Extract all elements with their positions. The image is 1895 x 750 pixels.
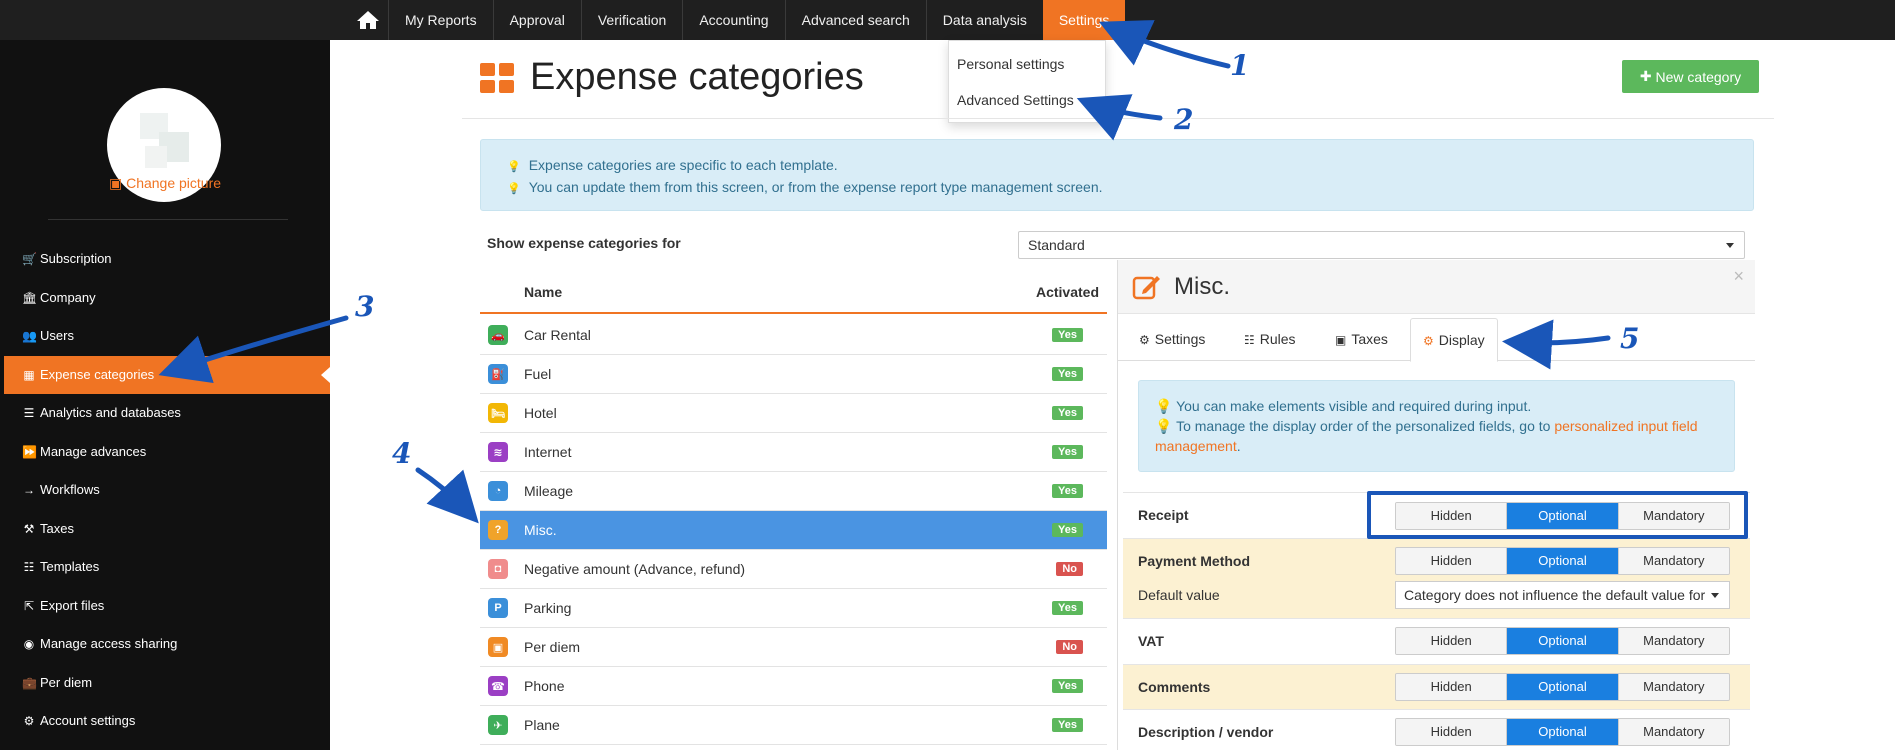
arrow-4 (415, 467, 479, 524)
arrow-1 (1098, 20, 1231, 69)
annotation-arrows (158, 20, 1611, 524)
annotation-3: 3 (355, 290, 375, 323)
arrow-3 (158, 315, 349, 384)
arrow-5 (1502, 319, 1611, 370)
annotation-4: 4 (392, 437, 412, 470)
arrow-2 (1076, 94, 1163, 141)
annotation-1: 1 (1230, 49, 1250, 82)
annotation-5: 5 (1620, 322, 1640, 355)
annotation-2: 2 (1174, 103, 1194, 136)
